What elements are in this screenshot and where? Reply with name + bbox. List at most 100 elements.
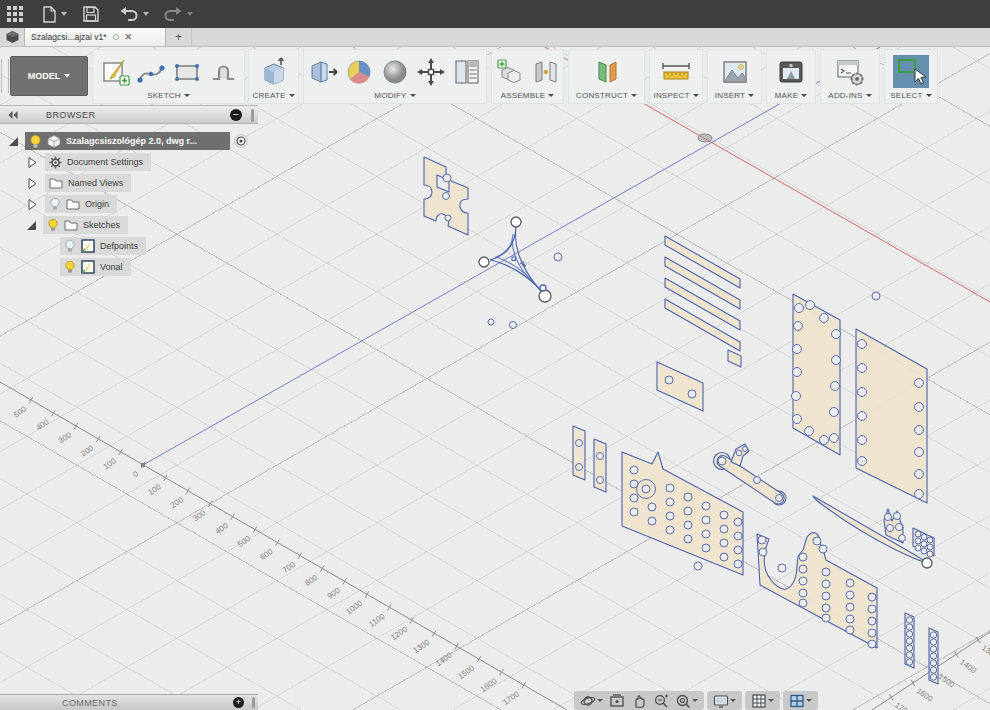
extrude-icon[interactable] [258,56,290,88]
redo-caret-icon[interactable] [187,12,193,16]
visibility-bulb-off-icon[interactable] [49,197,61,211]
make-caret-icon [801,94,807,97]
browser-row-root[interactable]: Szalagcsiszológép 2.0, dwg r... [8,132,248,150]
collapse-browser-icon[interactable]: − [230,109,242,121]
measure-icon[interactable] [659,56,693,88]
create-sketch-icon[interactable] [99,56,131,88]
collapse-arrow-icon[interactable] [28,178,37,189]
visibility-bulb-off-icon[interactable] [64,239,76,253]
browser-row-named-views[interactable]: Named Views [28,174,131,192]
group-label-inspect[interactable]: INSPECT [653,91,698,103]
joint-icon[interactable] [530,56,562,88]
app-grid-icon[interactable] [6,5,24,23]
browser-row-defpoints[interactable]: Defpoints [60,237,146,255]
zoom-button[interactable] [651,693,671,709]
display-settings-button[interactable] [711,693,738,709]
nav-group-grid [745,691,780,710]
tab-close-icon[interactable]: ✕ [125,32,133,42]
viewports-button[interactable] [787,693,814,709]
toolbar-grip[interactable] [1,59,9,93]
tree-item[interactable]: Vonal [60,258,131,276]
pan-button[interactable] [629,693,649,709]
grid-settings-button[interactable] [749,693,776,709]
group-label-modify[interactable]: MODIFY [374,91,415,103]
grid-caret-icon[interactable] [768,699,774,702]
save-icon[interactable] [83,6,99,22]
redo-button[interactable] [163,7,193,21]
browser-root-item[interactable]: Szalagcsiszológép 2.0, dwg r... [25,132,230,150]
addins-script-icon[interactable] [834,56,866,88]
file-menu-caret-icon [61,12,67,16]
make-3dprint-icon[interactable] [775,56,807,88]
group-label-create[interactable]: CREATE [252,91,294,103]
undo-caret-icon[interactable] [143,12,149,16]
browser-header[interactable]: BROWSER − [0,105,258,124]
spline-icon[interactable] [135,56,167,88]
orbit-caret-icon[interactable] [597,699,603,702]
ribbon-group-sketch: SKETCH [92,49,245,104]
group-label-assemble[interactable]: ASSEMBLE [501,91,555,103]
browser-row-sketches[interactable]: Sketches [26,216,128,234]
group-label-make[interactable]: MAKE [775,91,807,103]
group-label-select[interactable]: SELECT [890,91,931,103]
sketch-caret-icon [184,94,190,97]
activate-component-icon[interactable] [234,134,248,148]
add-comment-icon[interactable]: + [233,697,244,708]
change-parameters-icon[interactable] [451,56,483,88]
collapse-arrow-icon[interactable] [28,199,37,210]
fit-caret-icon[interactable] [692,699,698,702]
display-caret-icon[interactable] [730,699,736,702]
undo-button[interactable] [119,7,149,21]
tab-active[interactable]: Szalagcsi...ajzai v1* ✕ [24,28,166,46]
gear-icon [49,156,62,169]
rectangle-icon[interactable] [171,56,203,88]
construct-caret-icon [631,94,637,97]
tree-item[interactable]: Document Settings [45,153,151,171]
viewports-caret-icon[interactable] [806,699,812,702]
zoom-fit-button[interactable] [673,693,700,709]
tree-item[interactable]: Named Views [45,174,131,192]
new-component-icon[interactable] [494,56,526,88]
orbit-button[interactable] [578,693,605,709]
ribbon-group-inspect: INSPECT [649,49,703,104]
fusion360-window: { "titlebar": {}, "tabbar": {"tab_title"… [0,0,990,710]
tree-item[interactable]: Defpoints [60,237,146,255]
title-bar [0,0,990,28]
select-tool-icon[interactable] [892,55,930,89]
group-label-insert[interactable]: INSERT [715,91,754,103]
press-pull-icon[interactable] [307,56,339,88]
construct-plane-icon[interactable] [591,56,623,88]
tree-item[interactable]: Origin [45,195,117,213]
group-label-sketch[interactable]: SKETCH [147,91,190,103]
insert-image-icon[interactable] [719,56,751,88]
ribbon-group-create: CREATE [248,49,299,104]
visibility-bulb-icon[interactable] [64,260,76,274]
comments-scroll-handle[interactable] [252,697,255,708]
new-tab-button[interactable]: + [166,28,192,46]
browser-row-document-settings[interactable]: Document Settings [28,153,151,171]
visibility-bulb-icon[interactable] [47,218,59,232]
component-cube-icon [47,135,61,148]
browser-scroll-handle[interactable] [251,109,254,122]
browser-row-vonal[interactable]: Vonal [60,258,131,276]
sketch-icon [81,260,95,274]
inspect-caret-icon [693,94,699,97]
tree-item[interactable]: Sketches [43,216,128,234]
group-label-construct[interactable]: CONSTRUCT [576,91,637,103]
physical-material-icon[interactable] [379,56,411,88]
workspace-selector[interactable]: MODEL [10,56,88,96]
sketch-icon [81,239,95,253]
collapse-panel-icon[interactable] [8,111,18,119]
move-icon[interactable] [415,56,447,88]
expand-arrow-icon[interactable] [8,136,19,147]
file-menu-icon[interactable] [42,6,67,23]
expand-arrow-icon[interactable] [26,220,37,231]
appearance-icon[interactable] [343,56,375,88]
comments-bar[interactable]: COMMENTS + [0,694,258,710]
collapse-arrow-icon[interactable] [28,157,37,168]
visibility-bulb-icon[interactable] [29,134,42,149]
offset-icon[interactable] [207,56,239,88]
browser-row-origin[interactable]: Origin [28,195,117,213]
group-label-addins[interactable]: ADD-INS [828,91,871,103]
look-at-button[interactable] [607,693,627,709]
